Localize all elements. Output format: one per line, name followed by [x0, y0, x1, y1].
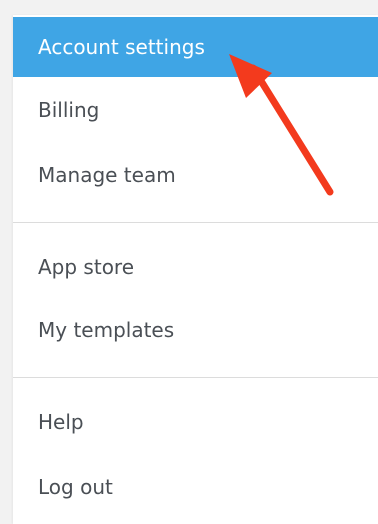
menu-item-label: Account settings: [38, 35, 205, 59]
menu-divider: [13, 222, 378, 223]
account-dropdown-menu: Account settings Billing Manage team App…: [13, 15, 378, 524]
menu-item-log-out[interactable]: Log out: [13, 467, 378, 507]
menu-item-label: Help: [38, 410, 84, 434]
menu-item-account-settings[interactable]: Account settings: [13, 17, 378, 77]
menu-item-my-templates[interactable]: My templates: [13, 310, 378, 350]
menu-item-label: Log out: [38, 475, 113, 499]
menu-item-help[interactable]: Help: [13, 402, 378, 442]
menu-item-billing[interactable]: Billing: [13, 90, 378, 130]
menu-item-label: App store: [38, 255, 135, 279]
menu-item-label: Billing: [38, 98, 100, 122]
menu-item-app-store[interactable]: App store: [13, 247, 378, 287]
menu-item-label: My templates: [38, 318, 175, 342]
menu-divider: [13, 377, 378, 378]
menu-item-label: Manage team: [38, 163, 176, 187]
menu-item-manage-team[interactable]: Manage team: [13, 155, 378, 195]
